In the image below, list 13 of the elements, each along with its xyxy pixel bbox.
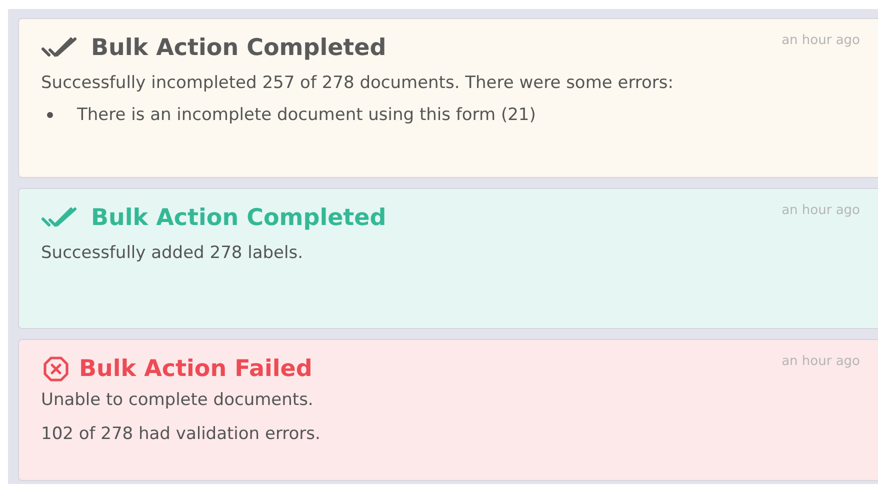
timestamp: an hour ago (782, 354, 860, 369)
error-icon (43, 356, 69, 382)
message-text: Successfully added 278 labels. (41, 242, 304, 262)
bullet-icon (47, 112, 53, 118)
notification-title: Bulk Action Failed (79, 356, 312, 382)
message-text: 102 of 278 had validation errors. (41, 424, 322, 444)
message-text: Unable to complete documents. (41, 390, 314, 410)
error-text: There is an incomplete document using this form (21) (77, 105, 536, 125)
notification-title: Bulk Action Completed (91, 35, 386, 61)
timestamp: an hour ago (782, 33, 860, 48)
notification-title: Bulk Action Completed (91, 204, 386, 230)
timestamp: an hour ago (782, 202, 860, 218)
message-text: Successfully incompleted 257 of 278 documents. There were some errors: (41, 73, 674, 93)
